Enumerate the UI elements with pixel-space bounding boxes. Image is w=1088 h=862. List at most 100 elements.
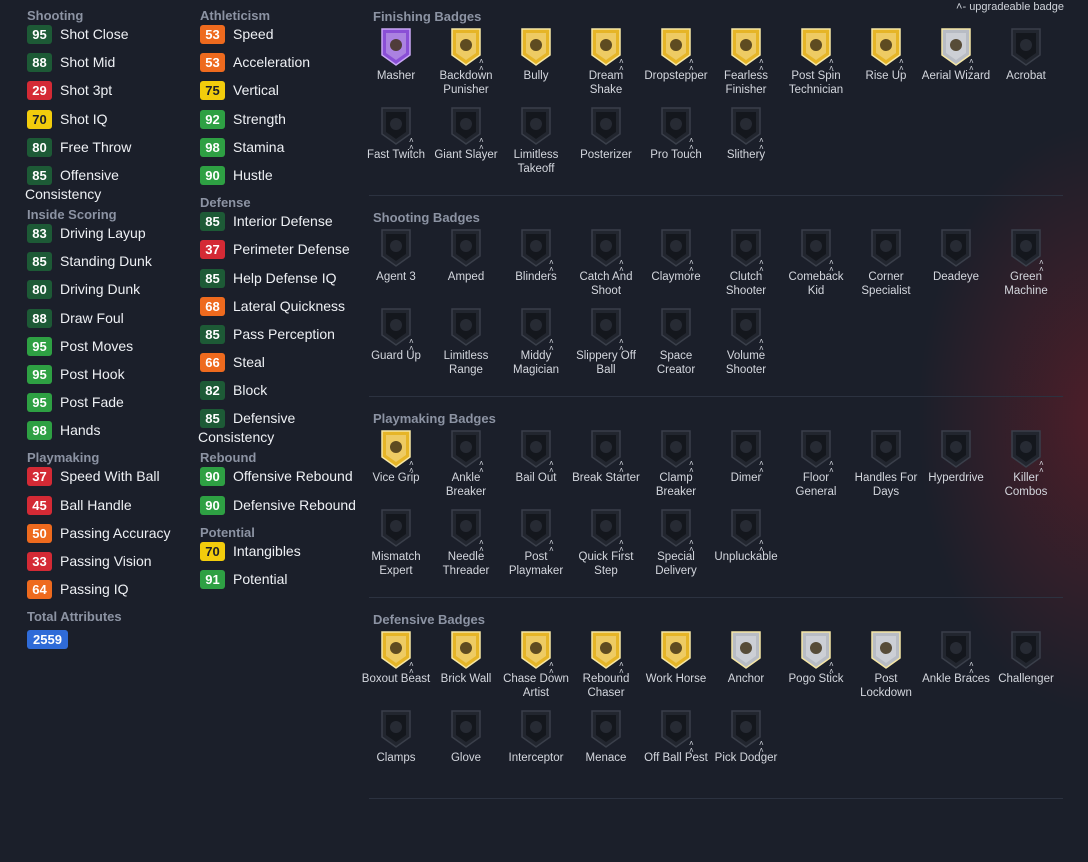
attribute-name: Ball Handle (60, 496, 132, 513)
hand-icon (571, 27, 641, 67)
badge-space-creator[interactable]: Space Creator (641, 307, 711, 386)
badge-post-spin-technician[interactable]: ˄ ˄ Post Spin Technician (781, 27, 851, 106)
guard-icon (361, 307, 431, 347)
badge-name: Amped (447, 271, 485, 283)
badge-amped[interactable]: Amped (431, 228, 501, 307)
badge-vice-grip[interactable]: ˄ ˄ Vice Grip (361, 429, 431, 508)
badge-aerial-wizard[interactable]: ˄ ˄ Aerial Wizard (921, 27, 991, 106)
badge-name: Agent 3 (376, 271, 416, 283)
badge-fearless-finisher[interactable]: ˄ ˄ Fearless Finisher (711, 27, 781, 106)
badge-limitless-takeoff[interactable]: Limitless Takeoff (501, 106, 571, 185)
badge-green-machine[interactable]: ˄ ˄ Green Machine (991, 228, 1061, 307)
badge-brick-wall[interactable]: Brick Wall (431, 630, 501, 709)
badge-volume-shooter[interactable]: ˄ ˄ Volume Shooter (711, 307, 781, 386)
shield-star-icon (501, 630, 571, 670)
badge-dream-shake[interactable]: ˄ ˄ Dream Shake (571, 27, 641, 106)
attribute-row: 95 Post Hook (27, 364, 197, 393)
badge-middy-magician[interactable]: ˄ ˄ Middy Magician (501, 307, 571, 386)
badge-name: Acrobat (1006, 70, 1046, 82)
badge-agent-3[interactable]: Agent 3 (361, 228, 431, 307)
attribute-value-badge: 95 (27, 393, 52, 413)
hyperdrive-icon (921, 429, 991, 469)
horse-icon (641, 630, 711, 670)
badge-post-lockdown[interactable]: Post Lockdown (851, 630, 921, 709)
badge-work-horse[interactable]: Work Horse (641, 630, 711, 709)
attribute-name: Stamina (233, 138, 285, 155)
badge-special-delivery[interactable]: ˄ ˄ Special Delivery (641, 508, 711, 587)
badge-posterizer[interactable]: Posterizer (571, 106, 641, 185)
attribute-row: 85 Defensive Consistency (198, 409, 370, 449)
badge-clamps[interactable]: Clamps (361, 709, 431, 788)
badge-blinders[interactable]: ˄ ˄ Blinders (501, 228, 571, 307)
attribute-row: 37 Perimeter Defense (200, 240, 370, 268)
badge-catch-and-shoot[interactable]: ˄ ˄ Catch And Shoot (571, 228, 641, 307)
attribute-name: Standing Dunk (60, 253, 152, 270)
badge-rebound-chaser[interactable]: ˄ ˄ Rebound Chaser (571, 630, 641, 709)
attribute-value-badge: 91 (200, 570, 225, 589)
badge-clamp-breaker[interactable]: ˄ ˄ Clamp Breaker (641, 429, 711, 508)
fist-icon (851, 27, 921, 67)
badge-ankle-breaker[interactable]: ˄ ˄ Ankle Breaker (431, 429, 501, 508)
machine-icon (991, 228, 1061, 268)
badge-rise-up[interactable]: ˄ ˄ Rise Up (851, 27, 921, 106)
badge-pick-dodger[interactable]: ˄ ˄ Pick Dodger (711, 709, 781, 788)
badge-pogo-stick[interactable]: ˄ ˄ Pogo Stick (781, 630, 851, 709)
badge-fast-twitch[interactable]: ˄ ˄ Fast Twitch (361, 106, 431, 185)
badge-backdown-punisher[interactable]: ˄ ˄ Backdown Punisher (431, 27, 501, 106)
attribute-value-badge: 64 (27, 580, 52, 600)
badge-boxout-beast[interactable]: ˄ ˄ Boxout Beast (361, 630, 431, 709)
badge-break-starter[interactable]: ˄ ˄ Break Starter (571, 429, 641, 508)
badge-off-ball-pest[interactable]: ˄ ˄ Off Ball Pest (641, 709, 711, 788)
badge-clutch-shooter[interactable]: ˄ ˄ Clutch Shooter (711, 228, 781, 307)
badge-needle-threader[interactable]: ˄ ˄ Needle Threader (431, 508, 501, 587)
badge-grid: ˄ ˄ Boxout Beast Brick Wall ˄ ˄ Chase Down Art… (361, 630, 1071, 788)
badge-slippery-off-ball[interactable]: ˄ ˄ Slippery Off Ball (571, 307, 641, 386)
badge-mismatch-expert[interactable]: Mismatch Expert (361, 508, 431, 587)
badge-masher[interactable]: Masher (361, 27, 431, 106)
badge-dropstepper[interactable]: ˄ ˄ Dropstepper (641, 27, 711, 106)
badge-bully[interactable]: Bully (501, 27, 571, 106)
badge-quick-first-step[interactable]: ˄ ˄ Quick First Step (571, 508, 641, 587)
spinner-icon (781, 27, 851, 67)
badge-anchor[interactable]: Anchor (711, 630, 781, 709)
touch-icon (641, 106, 711, 146)
badge-name: Rise Up (865, 70, 907, 82)
attribute-value-badge: 68 (200, 296, 225, 316)
badge-handles-for-days[interactable]: Handles For Days (851, 429, 921, 508)
attribute-value-badge: 37 (200, 240, 225, 260)
badge-limitless-range[interactable]: Limitless Range (431, 307, 501, 386)
upgradeable-chevron-icon: ˄ ˄ (969, 57, 974, 73)
badge-giant-slayer[interactable]: ˄ ˄ Giant Slayer (431, 106, 501, 185)
badge-killer-combos[interactable]: ˄ ˄ Killer Combos (991, 429, 1061, 508)
badge-challenger[interactable]: Challenger (991, 630, 1061, 709)
badge-post-playmaker[interactable]: ˄ ˄ Post Playmaker (501, 508, 571, 587)
badge-glove[interactable]: Glove (431, 709, 501, 788)
badge-corner-specialist[interactable]: Corner Specialist (851, 228, 921, 307)
attribute-name: Post Moves (60, 337, 134, 354)
badge-guard-up[interactable]: ˄ ˄ Guard Up (361, 307, 431, 386)
upgradeable-chevron-icon: ˄ ˄ (619, 258, 624, 274)
brick-wall-icon (431, 630, 501, 670)
badge-comeback-kid[interactable]: ˄ ˄ Comeback Kid (781, 228, 851, 307)
badge-name: Backdown Punisher (439, 70, 493, 96)
badge-interceptor[interactable]: Interceptor (501, 709, 571, 788)
badge-deadeye[interactable]: Deadeye (921, 228, 991, 307)
badge-claymore[interactable]: ˄ ˄ Claymore (641, 228, 711, 307)
badge-pro-touch[interactable]: ˄ ˄ Pro Touch (641, 106, 711, 185)
badge-chase-down-artist[interactable]: ˄ ˄ Chase Down Artist (501, 630, 571, 709)
badge-bail-out[interactable]: ˄ ˄ Bail Out (501, 429, 571, 508)
attribute-name: Intangibles (233, 542, 301, 559)
category-heading: Total Attributes (27, 609, 122, 625)
badge-acrobat[interactable]: Acrobat (991, 27, 1061, 106)
badge-dimer[interactable]: ˄ ˄ Dimer (711, 429, 781, 508)
badge-unpluckable[interactable]: ˄ ˄ Unpluckable (711, 508, 781, 587)
attribute-value-badge: 88 (27, 308, 52, 328)
attribute-value-badge: 70 (27, 109, 52, 129)
rebound-icon (571, 630, 641, 670)
attribute-name: Passing IQ (60, 581, 129, 598)
badge-hyperdrive[interactable]: Hyperdrive (921, 429, 991, 508)
badge-ankle-braces[interactable]: ˄ ˄ Ankle Braces (921, 630, 991, 709)
badge-floor-general[interactable]: ˄ ˄ Floor General (781, 429, 851, 508)
badge-slithery[interactable]: ˄ ˄ Slithery (711, 106, 781, 185)
badge-menace[interactable]: Menace (571, 709, 641, 788)
